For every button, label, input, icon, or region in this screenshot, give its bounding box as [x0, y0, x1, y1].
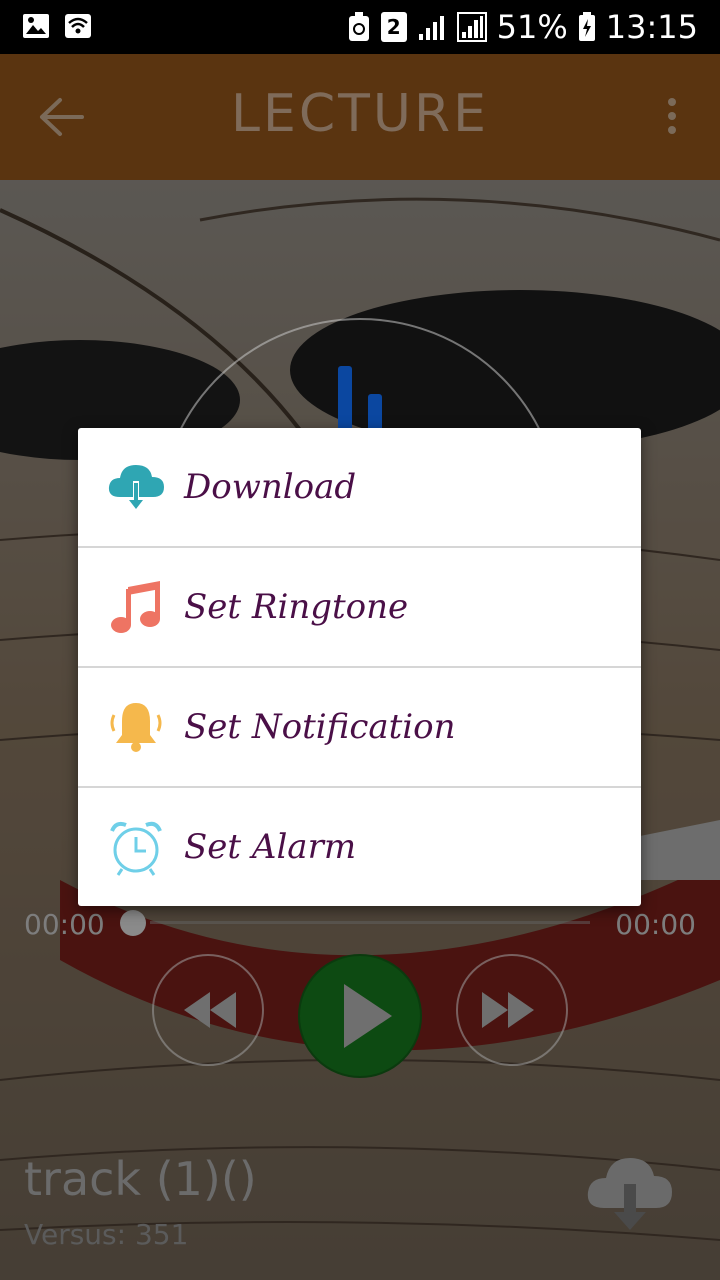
wifi-notification-icon — [65, 14, 91, 38]
menu-item-download[interactable]: Download — [78, 428, 641, 548]
seek-knob[interactable] — [120, 910, 146, 936]
music-note-icon — [111, 581, 160, 633]
status-bar: 2 51% 13:15 — [0, 0, 720, 54]
menu-label-download: Download — [184, 467, 357, 507]
rewind-button[interactable] — [152, 954, 264, 1066]
track-title: track (1)() — [24, 1152, 257, 1206]
cloud-download-icon[interactable] — [582, 1146, 678, 1236]
menu-item-set-alarm[interactable]: Set Alarm — [78, 788, 641, 906]
play-button[interactable] — [298, 954, 422, 1078]
app-bar: LECTURE — [0, 54, 720, 180]
bell-icon — [110, 703, 162, 752]
context-menu: Download Set Ringtone Set Notification S… — [78, 428, 641, 906]
battery-saver-icon — [348, 12, 369, 41]
elapsed-time: 00:00 — [24, 908, 105, 941]
signal-icon-2 — [456, 12, 487, 42]
fast-forward-button[interactable] — [456, 954, 568, 1066]
track-subtitle: Versus: 351 — [24, 1218, 189, 1251]
signal-icon — [418, 16, 444, 40]
page-title: LECTURE — [231, 84, 489, 144]
more-options-icon[interactable] — [664, 98, 680, 138]
image-notification-icon — [23, 14, 49, 38]
clock: 13:15 — [605, 8, 698, 46]
battery-icon — [578, 12, 595, 41]
menu-item-set-ringtone[interactable]: Set Ringtone — [78, 548, 641, 668]
duration-time: 00:00 — [615, 908, 696, 941]
menu-label-set-alarm: Set Alarm — [184, 827, 357, 867]
alarm-clock-icon — [110, 821, 162, 876]
play-icon — [344, 984, 392, 1048]
fast-forward-icon — [482, 992, 534, 1028]
seek-bar[interactable] — [150, 921, 590, 924]
menu-label-set-ringtone: Set Ringtone — [184, 587, 409, 627]
rewind-icon — [184, 992, 236, 1028]
menu-item-set-notification[interactable]: Set Notification — [78, 668, 641, 788]
cloud-download-icon — [108, 465, 164, 511]
sim-slot-badge: 2 — [380, 12, 407, 42]
menu-label-set-notification: Set Notification — [184, 707, 456, 747]
visualizer-bar — [338, 366, 352, 436]
battery-percent: 51% — [496, 8, 568, 46]
